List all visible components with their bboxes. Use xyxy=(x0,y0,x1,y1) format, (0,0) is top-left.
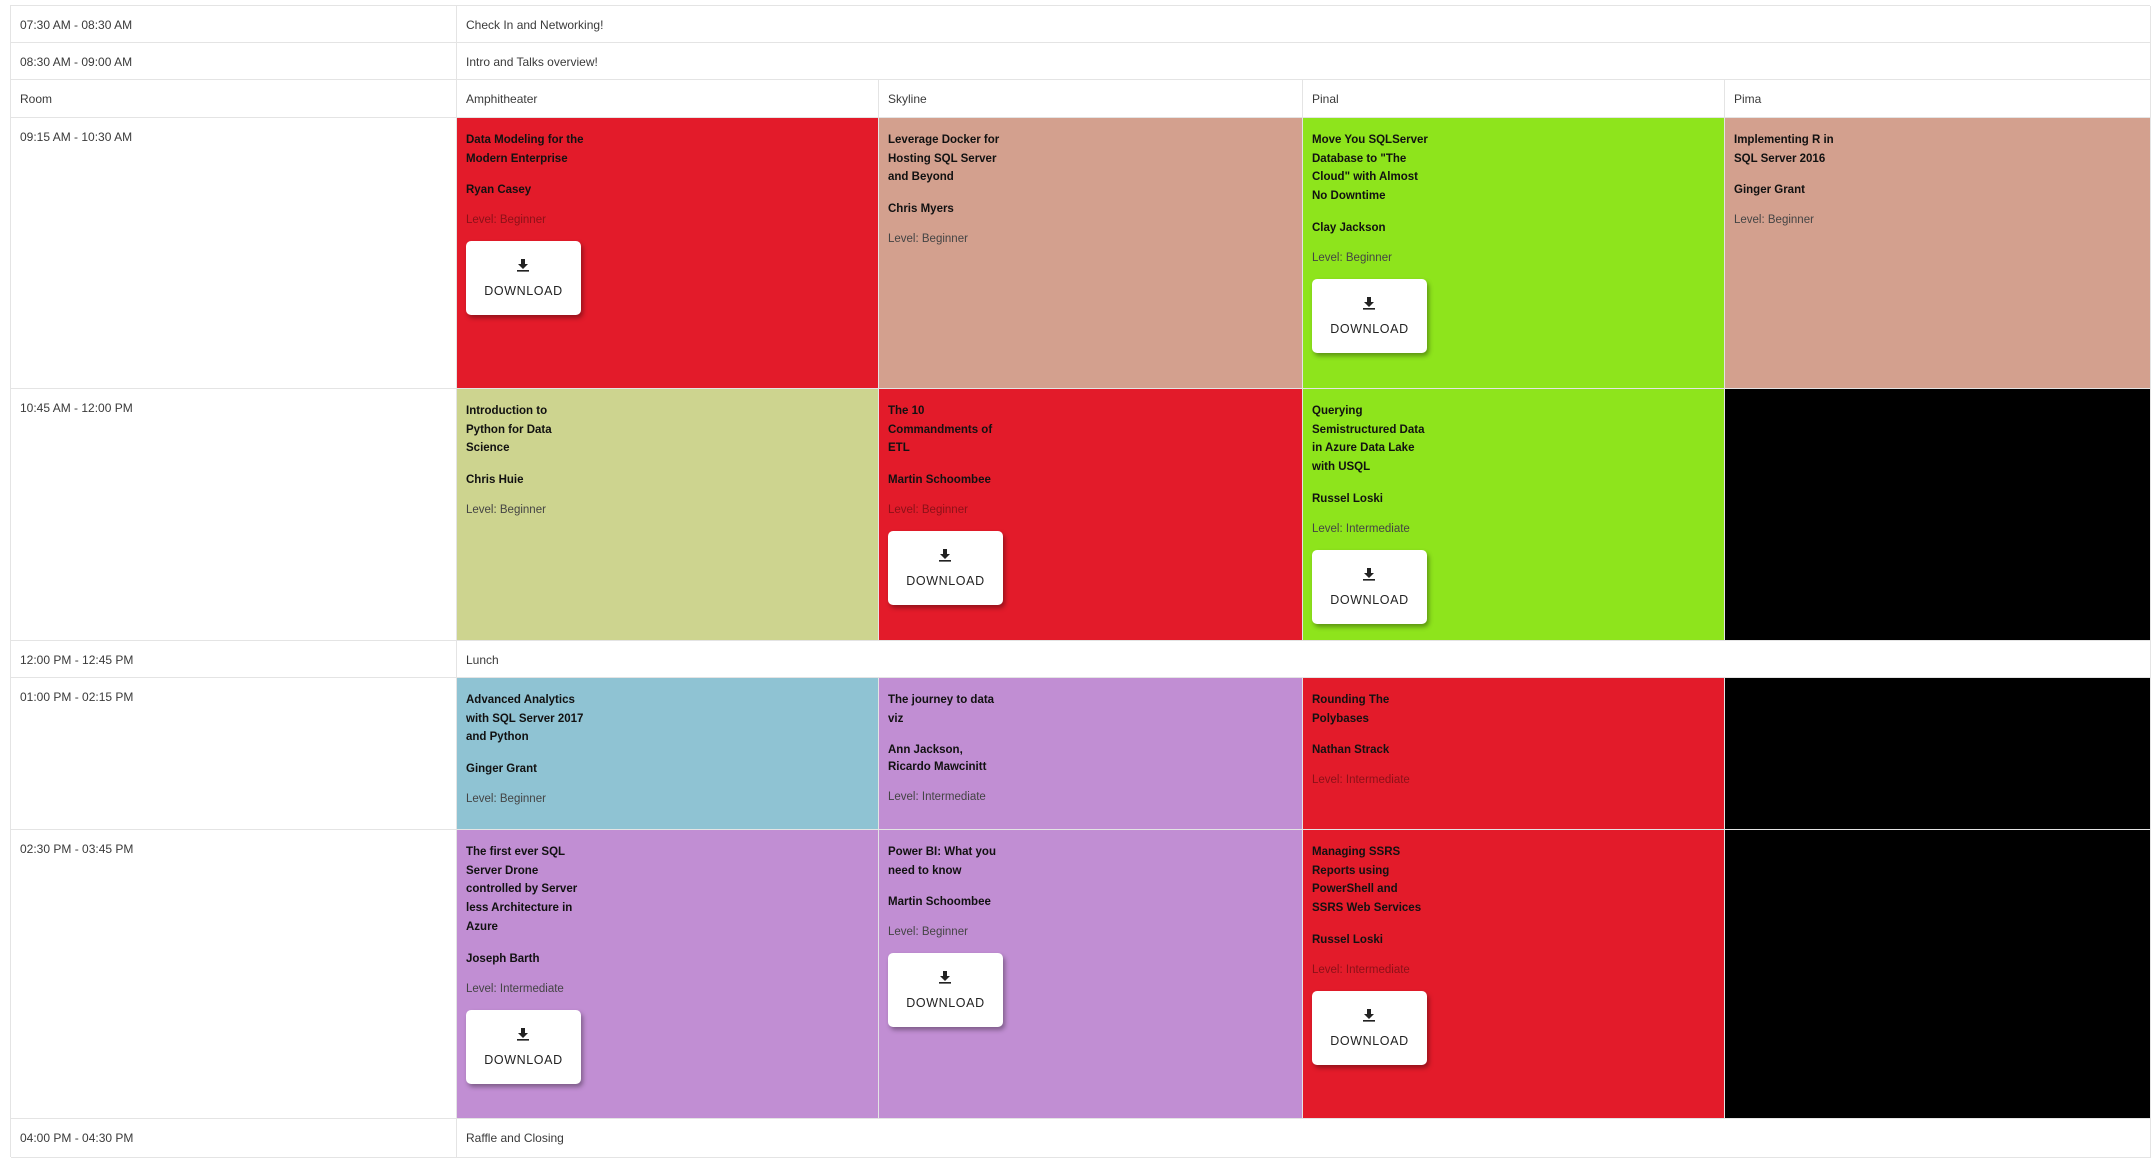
session-level: Level: Beginner xyxy=(888,926,968,939)
session-speaker: Martin Schoombee xyxy=(888,474,991,487)
session-card: Rounding The Polybases Nathan Strack Lev… xyxy=(1303,678,1725,830)
session-title: Querying Semistructured Data in Azure Da… xyxy=(1312,405,1425,474)
session-title: Managing SSRS Reports using PowerShell a… xyxy=(1312,846,1422,915)
download-icon xyxy=(1362,296,1375,310)
time-slot: 09:15 AM - 10:30 AM xyxy=(11,118,457,389)
session-level: Level: Beginner xyxy=(1312,251,1392,264)
session-speaker: Clay Jackson xyxy=(1312,221,1386,234)
download-button[interactable]: DOWNLOAD xyxy=(466,1009,581,1084)
session-title: Rounding The Polybases xyxy=(1312,694,1390,725)
time-slot: 04:00 PM - 04:30 PM xyxy=(11,1119,457,1158)
download-icon xyxy=(938,971,951,985)
download-icon xyxy=(938,549,951,562)
time-slot: 01:00 PM - 02:15 PM xyxy=(11,678,457,830)
session-card: The first ever SQL Server Drone controll… xyxy=(457,830,879,1119)
session-title: Power BI: What you need to know xyxy=(888,846,996,877)
room-pima: Pima xyxy=(1725,80,2151,118)
session-speaker: Joseph Barth xyxy=(466,952,540,965)
room-skyline: Skyline xyxy=(879,80,1303,118)
session-title: Leverage Docker for Hosting SQL Server a… xyxy=(888,134,1000,184)
session-speaker: Nathan Strack xyxy=(1312,744,1390,757)
download-button[interactable]: DOWNLOAD xyxy=(1312,990,1427,1065)
session-speaker: Chris Myers xyxy=(888,203,954,216)
download-icon xyxy=(516,259,529,273)
download-label: DOWNLOAD xyxy=(484,284,563,299)
download-label: DOWNLOAD xyxy=(906,574,985,589)
room-amphitheater: Amphitheater xyxy=(457,80,879,118)
session-title: Data Modeling for the Modern Enterprise xyxy=(466,134,584,165)
session-card: Move You SQLServer Database to "The Clou… xyxy=(1303,118,1725,389)
session-title: Advanced Analytics with SQL Server 2017 … xyxy=(466,694,584,744)
download-button[interactable]: DOWNLOAD xyxy=(466,241,581,316)
session-title: The first ever SQL Server Drone controll… xyxy=(466,846,578,933)
download-icon xyxy=(516,1027,529,1041)
session-level: Level: Intermediate xyxy=(466,982,564,995)
session-title: The journey to data viz xyxy=(888,694,995,725)
session-title: Move You SQLServer Database to "The Clou… xyxy=(1312,134,1428,203)
session-title: Introduction to Python for Data Science xyxy=(466,405,552,455)
empty-slot xyxy=(1725,678,2151,830)
session-card: Querying Semistructured Data in Azure Da… xyxy=(1303,389,1725,641)
session-level: Level: Beginner xyxy=(888,233,968,246)
time-slot: 10:45 AM - 12:00 PM xyxy=(11,389,457,641)
time-slot: 08:30 AM - 09:00 AM xyxy=(11,43,457,80)
session-title: Implementing R in SQL Server 2016 xyxy=(1734,134,1834,165)
session-level: Level: Intermediate xyxy=(1312,522,1410,535)
session-speaker: Martin Schoombee xyxy=(888,896,991,909)
session-card: The 10 Commandments of ETL Martin Schoom… xyxy=(879,389,1303,641)
session-speaker: Russel Loski xyxy=(1312,933,1383,946)
session-level: Level: Intermediate xyxy=(1312,963,1410,976)
download-label: DOWNLOAD xyxy=(1330,1033,1409,1048)
session-level: Level: Beginner xyxy=(466,793,546,806)
session-speaker: Ginger Grant xyxy=(466,763,537,776)
session-level: Level: Beginner xyxy=(466,214,546,227)
session-card: Introduction to Python for Data Science … xyxy=(457,389,879,641)
download-button[interactable]: DOWNLOAD xyxy=(888,531,1003,606)
session-speaker: Russel Loski xyxy=(1312,492,1383,505)
agenda-item-closing: Raffle and Closing xyxy=(457,1119,2151,1158)
session-card: Managing SSRS Reports using PowerShell a… xyxy=(1303,830,1725,1119)
agenda-item-lunch: Lunch xyxy=(457,641,2151,678)
session-level: Level: Intermediate xyxy=(1312,774,1410,787)
session-card: Data Modeling for the Modern Enterprise … xyxy=(457,118,879,389)
agenda-item-intro: Intro and Talks overview! xyxy=(457,43,2151,80)
session-card: Implementing R in SQL Server 2016 Ginger… xyxy=(1725,118,2151,389)
empty-slot xyxy=(1725,830,2151,1119)
session-card: Advanced Analytics with SQL Server 2017 … xyxy=(457,678,879,830)
room-pinal: Pinal xyxy=(1303,80,1725,118)
session-level: Level: Beginner xyxy=(888,504,968,517)
empty-slot xyxy=(1725,389,2151,641)
download-label: DOWNLOAD xyxy=(1330,592,1409,607)
session-speaker: Ginger Grant xyxy=(1734,184,1805,197)
download-button[interactable]: DOWNLOAD xyxy=(1312,278,1427,353)
session-speaker: Ann Jackson, Ricardo Mawcinitt xyxy=(888,744,987,774)
session-level: Level: Beginner xyxy=(1734,214,1814,227)
session-speaker: Ryan Casey xyxy=(466,184,532,197)
download-button[interactable]: DOWNLOAD xyxy=(1312,549,1427,624)
download-icon xyxy=(1362,1008,1375,1022)
time-slot: 12:00 PM - 12:45 PM xyxy=(11,641,457,678)
session-card: The journey to data viz Ann Jackson, Ric… xyxy=(879,678,1303,830)
session-speaker: Chris Huie xyxy=(466,474,524,487)
download-label: DOWNLOAD xyxy=(1330,321,1409,336)
session-card: Leverage Docker for Hosting SQL Server a… xyxy=(879,118,1303,389)
session-level: Level: Beginner xyxy=(466,504,546,517)
download-label: DOWNLOAD xyxy=(484,1052,563,1067)
session-card: Power BI: What you need to know Martin S… xyxy=(879,830,1303,1119)
download-button[interactable]: DOWNLOAD xyxy=(888,953,1003,1028)
download-icon xyxy=(1362,567,1375,581)
agenda-item-checkin: Check In and Networking! xyxy=(457,6,2151,43)
session-level: Level: Intermediate xyxy=(888,791,986,804)
session-title: The 10 Commandments of ETL xyxy=(888,405,993,455)
time-slot: 07:30 AM - 08:30 AM xyxy=(11,6,457,43)
room-label: Room xyxy=(11,80,457,118)
download-label: DOWNLOAD xyxy=(906,996,985,1011)
time-slot: 02:30 PM - 03:45 PM xyxy=(11,830,457,1119)
schedule-table: 07:30 AM - 08:30 AM Check In and Network… xyxy=(10,5,2151,1158)
